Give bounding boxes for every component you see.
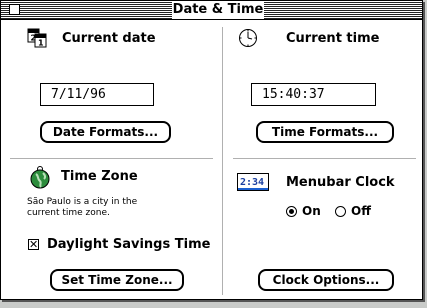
right-divider (233, 158, 416, 159)
clock-icon (238, 28, 258, 52)
current-time-label: Current time (286, 31, 380, 46)
globe-icon (29, 165, 51, 193)
date-field[interactable]: 7/11/96 (40, 83, 154, 106)
time-zone-label: Time Zone (61, 169, 138, 184)
svg-text:1: 1 (38, 39, 44, 48)
time-formats-button[interactable]: Time Formats... (256, 121, 394, 143)
window-title: Date & Time (172, 1, 264, 19)
clock-off-label[interactable]: Off (351, 204, 371, 218)
dst-label[interactable]: Daylight Savings Time (47, 237, 210, 252)
date-formats-button[interactable]: Date Formats... (40, 121, 171, 143)
clock-off-radio[interactable] (335, 206, 346, 217)
set-time-zone-button[interactable]: Set Time Zone... (50, 269, 184, 291)
vertical-divider (222, 27, 223, 295)
clock-on-label[interactable]: On (302, 204, 321, 218)
date-time-window: Date & Time 2 1 Current date 7/11/96 Dat… (0, 0, 423, 300)
svg-text:2:34: 2:34 (240, 177, 264, 188)
calendar-icon: 2 1 (27, 28, 47, 52)
menubar-clock-icon: 2:34 (237, 173, 269, 195)
time-zone-description-line1: São Paulo is a city in the (27, 197, 138, 207)
current-date-label: Current date (62, 31, 156, 46)
time-zone-description-line2: current time zone. (27, 208, 110, 218)
dst-checkbox[interactable]: ✕ (28, 239, 39, 250)
close-box[interactable] (9, 4, 20, 15)
clock-on-radio[interactable] (286, 206, 297, 217)
menubar-clock-label: Menubar Clock (286, 175, 395, 190)
title-bar[interactable]: Date & Time (1, 1, 422, 20)
left-divider (10, 158, 213, 159)
clock-options-button[interactable]: Clock Options... (258, 269, 394, 291)
time-field[interactable]: 15:40:37 (251, 83, 376, 106)
